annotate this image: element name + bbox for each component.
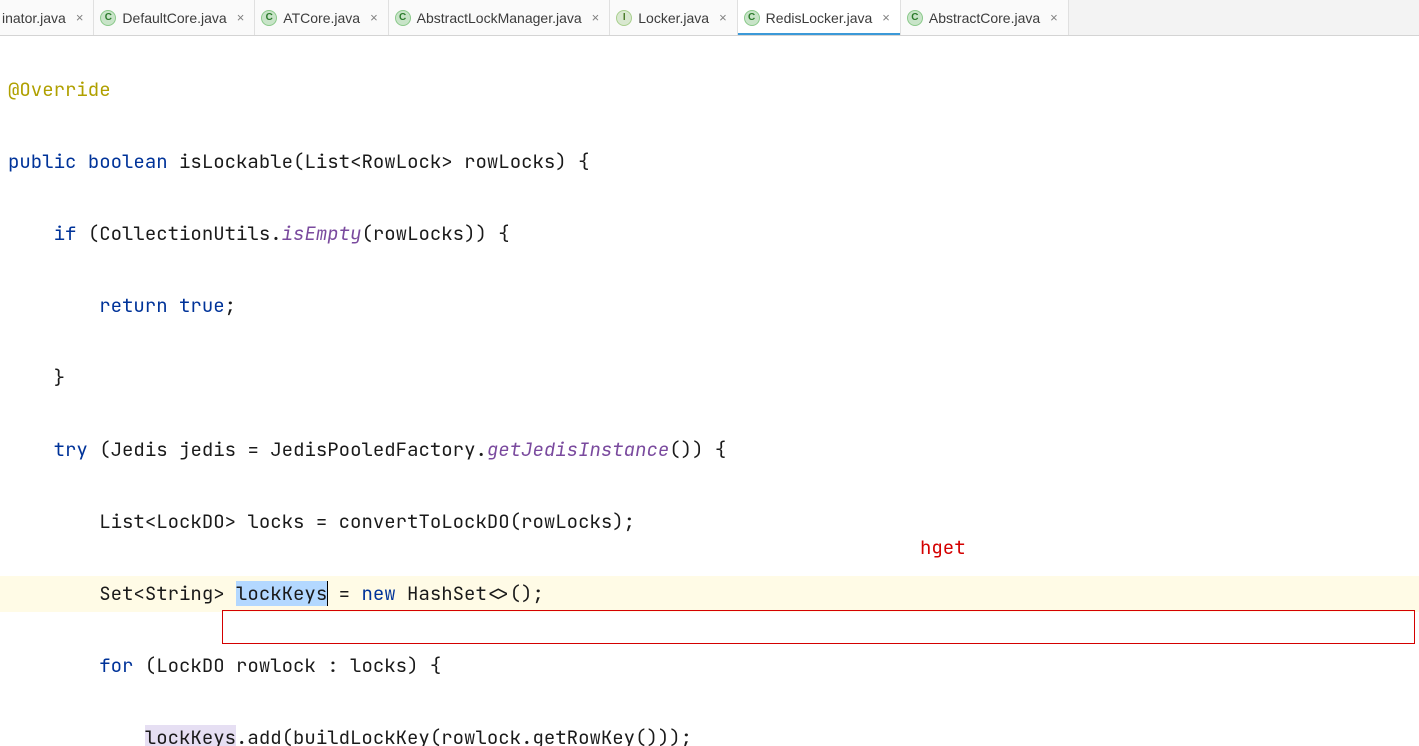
tab-label: AbstractCore.java: [929, 10, 1042, 26]
code-line: lockKeys.add(buildLockKey(rowlock.getRow…: [0, 720, 1419, 746]
tab-defaultcore[interactable]: C DefaultCore.java ×: [94, 0, 255, 35]
class-icon: C: [907, 10, 923, 26]
tab-label: inator.java: [2, 10, 68, 26]
tab-abstractcore[interactable]: C AbstractCore.java ×: [901, 0, 1069, 35]
editor-tab-bar: inator.java × C DefaultCore.java × C ATC…: [0, 0, 1419, 36]
tab-label: ATCore.java: [283, 10, 362, 26]
code-editor[interactable]: @Override public boolean isLockable(List…: [0, 36, 1419, 746]
tab-label: Locker.java: [638, 10, 711, 26]
tab-label: RedisLocker.java: [766, 10, 875, 26]
close-icon[interactable]: ×: [717, 11, 729, 24]
class-icon: C: [744, 10, 760, 26]
code-line: @Override: [0, 72, 1419, 108]
close-icon[interactable]: ×: [880, 11, 892, 24]
interface-icon: I: [616, 10, 632, 26]
close-icon[interactable]: ×: [368, 11, 380, 24]
code-line: }: [0, 360, 1419, 396]
tab-locker[interactable]: I Locker.java ×: [610, 0, 737, 35]
code-line: List<LockDO> locks = convertToLockDO(row…: [0, 504, 1419, 540]
close-icon[interactable]: ×: [235, 11, 247, 24]
code-line: Set<String> lockKeys = new HashSet<>();: [0, 576, 1419, 612]
close-icon[interactable]: ×: [1048, 11, 1060, 24]
class-icon: C: [261, 10, 277, 26]
tab-atcore[interactable]: C ATCore.java ×: [255, 0, 388, 35]
annotation-box-return: [222, 610, 1415, 644]
class-icon: C: [395, 10, 411, 26]
code-line: public boolean isLockable(List<RowLock> …: [0, 144, 1419, 180]
tab-label: AbstractLockManager.java: [417, 10, 584, 26]
class-icon: C: [100, 10, 116, 26]
close-icon[interactable]: ×: [74, 11, 86, 24]
annotation-hget: hget: [920, 530, 966, 566]
tab-label: DefaultCore.java: [122, 10, 228, 26]
code-line: if (CollectionUtils.isEmpty(rowLocks)) {: [0, 216, 1419, 252]
close-icon[interactable]: ×: [590, 11, 602, 24]
code-line: for (LockDO rowlock : locks) {: [0, 648, 1419, 684]
tab-inator[interactable]: inator.java ×: [0, 0, 94, 35]
tab-redislocker[interactable]: C RedisLocker.java ×: [738, 0, 901, 35]
code-line: return true;: [0, 288, 1419, 324]
code-line: try (Jedis jedis = JedisPooledFactory.ge…: [0, 432, 1419, 468]
tab-abstractlockmanager[interactable]: C AbstractLockManager.java ×: [389, 0, 611, 35]
